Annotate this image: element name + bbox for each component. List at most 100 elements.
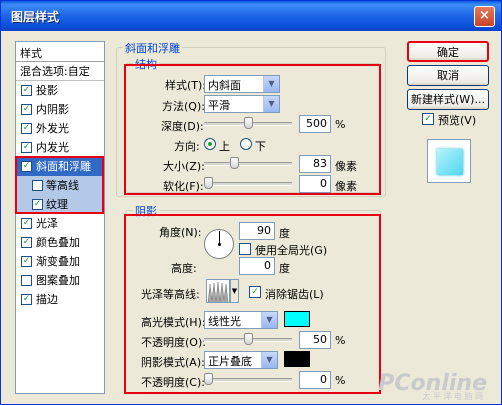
style-list-item[interactable]: ✓ 描边 bbox=[16, 290, 104, 309]
shadow-opacity-slider-thumb[interactable] bbox=[204, 373, 213, 385]
blend-options-item[interactable]: 混合选项:自定 bbox=[16, 62, 104, 81]
style-list-item-label: 颜色叠加 bbox=[36, 236, 80, 249]
style-list-item-label: 描边 bbox=[36, 293, 58, 306]
highlight-color-swatch[interactable] bbox=[284, 311, 310, 327]
direction-down-radio[interactable] bbox=[240, 138, 252, 150]
size-slider[interactable] bbox=[204, 157, 292, 169]
style-list-item[interactable]: ✓ 内阴影 bbox=[16, 100, 104, 119]
chevron-down-icon: ▼ bbox=[261, 352, 277, 368]
style-list-item[interactable]: ✓ 外发光 bbox=[16, 119, 104, 138]
close-button[interactable]: × bbox=[474, 6, 495, 27]
chevron-down-icon: ▼ bbox=[263, 76, 279, 92]
shadow-mode-label: 阴影模式(A): bbox=[141, 356, 205, 369]
style-list-item-label: 图案叠加 bbox=[36, 274, 80, 287]
technique-select-value: 平滑 bbox=[208, 99, 230, 112]
contour-dropdown-arrow[interactable]: ▼ bbox=[230, 279, 239, 303]
altitude-unit: 度 bbox=[279, 262, 290, 275]
shadow-opacity-slider[interactable] bbox=[204, 373, 292, 385]
shadow-color-swatch[interactable] bbox=[284, 351, 310, 367]
checkbox-icon[interactable]: ✓ bbox=[21, 218, 32, 229]
style-list-item-label: 光泽 bbox=[36, 217, 58, 230]
checkbox-icon[interactable]: ✓ bbox=[21, 294, 32, 305]
checkbox-icon[interactable]: ✓ bbox=[21, 142, 32, 153]
technique-select[interactable]: 平滑 ▼ bbox=[204, 95, 280, 113]
soften-slider[interactable] bbox=[204, 177, 292, 189]
checkbox-icon[interactable]: ✓ bbox=[21, 104, 32, 115]
checkbox-icon[interactable] bbox=[21, 275, 32, 286]
style-list-item[interactable]: ✓ 颜色叠加 bbox=[16, 233, 104, 252]
chevron-down-icon: ▼ bbox=[263, 96, 279, 112]
highlight-opacity-unit: % bbox=[335, 334, 346, 347]
style-select[interactable]: 内斜面 ▼ bbox=[204, 75, 280, 93]
depth-input[interactable]: 500 bbox=[299, 115, 331, 133]
direction-up-label: 上 bbox=[219, 140, 230, 153]
highlight-opacity-slider-thumb[interactable] bbox=[244, 333, 253, 345]
style-list-item-label: 渐变叠加 bbox=[36, 255, 80, 268]
contour-curve-icon bbox=[207, 281, 229, 302]
cancel-button[interactable]: 取消 bbox=[407, 65, 489, 86]
shadow-mode-select[interactable]: 正片叠底 ▼ bbox=[204, 351, 278, 369]
highlight-mode-select[interactable]: 线性光 ▼ bbox=[204, 311, 278, 329]
preview-label: 预览(V) bbox=[438, 114, 477, 127]
shadow-opacity-input[interactable]: 0 bbox=[299, 371, 331, 389]
altitude-label: 高度: bbox=[171, 262, 197, 275]
highlight-opacity-input[interactable]: 50 bbox=[299, 331, 331, 349]
style-list-item-label: 投影 bbox=[36, 84, 58, 97]
angle-dial[interactable] bbox=[204, 229, 234, 259]
size-slider-thumb[interactable] bbox=[230, 157, 239, 169]
window-title: 图层样式 bbox=[11, 10, 60, 24]
gloss-contour-label: 光泽等高线: bbox=[141, 288, 200, 301]
global-light-label: 使用全局光(G) bbox=[255, 244, 328, 257]
size-label: 大小(Z): bbox=[163, 160, 205, 173]
style-list-item-label: 内阴影 bbox=[36, 103, 69, 116]
soften-input[interactable]: 0 bbox=[299, 175, 331, 193]
style-list-item[interactable]: ✓ 渐变叠加 bbox=[16, 252, 104, 271]
global-light-checkbox[interactable] bbox=[239, 243, 251, 255]
checkbox-icon[interactable]: ✓ bbox=[21, 237, 32, 248]
depth-unit: % bbox=[335, 118, 346, 131]
highlight-mode-value: 线性光 bbox=[208, 315, 241, 328]
size-unit: 像素 bbox=[335, 160, 357, 173]
shadow-opacity-label: 不透明度(C): bbox=[141, 376, 205, 389]
style-list-header[interactable]: 样式 bbox=[16, 42, 104, 62]
preview-checkbox[interactable]: ✓ bbox=[422, 113, 434, 125]
ok-button[interactable]: 确定 bbox=[407, 41, 489, 62]
style-list-item[interactable]: 图案叠加 bbox=[16, 271, 104, 290]
shadow-mode-value: 正片叠底 bbox=[208, 355, 252, 368]
angle-input[interactable]: 90 bbox=[239, 222, 275, 240]
highlight-box-style-list bbox=[15, 156, 104, 214]
preview-swatch bbox=[437, 149, 463, 175]
style-list-item-label: 内发光 bbox=[36, 141, 69, 154]
direction-down-label: 下 bbox=[255, 140, 266, 153]
depth-label: 深度(D): bbox=[161, 120, 204, 133]
altitude-input[interactable]: 0 bbox=[239, 257, 275, 275]
antialias-label: 消除锯齿(L) bbox=[265, 288, 324, 301]
gloss-contour-picker[interactable] bbox=[206, 279, 230, 303]
checkbox-icon[interactable]: ✓ bbox=[21, 85, 32, 96]
size-input[interactable]: 83 bbox=[299, 155, 331, 173]
watermark-subtitle: 太 平 洋 电 脑 网 bbox=[422, 392, 483, 401]
depth-slider-thumb[interactable] bbox=[244, 117, 253, 129]
new-style-button[interactable]: 新建样式(W)... bbox=[407, 89, 489, 110]
angle-label: 角度(N): bbox=[159, 226, 202, 239]
checkbox-icon[interactable]: ✓ bbox=[21, 123, 32, 134]
bevel-emboss-title: 斜面和浮雕 bbox=[123, 40, 182, 56]
style-list-item[interactable]: ✓ 光泽 bbox=[16, 214, 104, 233]
style-list: 样式 混合选项:自定 ✓ 投影 ✓ 内阴影 ✓ 外发光 ✓ 内发光 ✓ 斜面和浮雕 等高线 ✓ 纹理 ✓ 光… bbox=[15, 41, 105, 394]
title-bar[interactable]: 图层样式 × bbox=[1, 1, 501, 31]
soften-slider-thumb[interactable] bbox=[204, 177, 213, 189]
angle-unit: 度 bbox=[279, 227, 290, 240]
depth-slider[interactable] bbox=[204, 117, 292, 129]
style-list-item[interactable]: ✓ 内发光 bbox=[16, 138, 104, 157]
highlight-opacity-slider[interactable] bbox=[204, 333, 292, 345]
checkbox-icon[interactable]: ✓ bbox=[21, 256, 32, 267]
antialias-checkbox[interactable]: ✓ bbox=[249, 286, 261, 298]
style-list-item[interactable]: ✓ 投影 bbox=[16, 81, 104, 100]
chevron-down-icon: ▼ bbox=[261, 312, 277, 328]
direction-up-radio[interactable] bbox=[204, 138, 216, 150]
highlight-opacity-label: 不透明度(O): bbox=[141, 336, 206, 349]
style-select-value: 内斜面 bbox=[208, 79, 241, 92]
soften-unit: 像素 bbox=[335, 180, 357, 193]
direction-label: 方向: bbox=[174, 140, 200, 153]
shadow-opacity-unit: % bbox=[335, 374, 346, 387]
